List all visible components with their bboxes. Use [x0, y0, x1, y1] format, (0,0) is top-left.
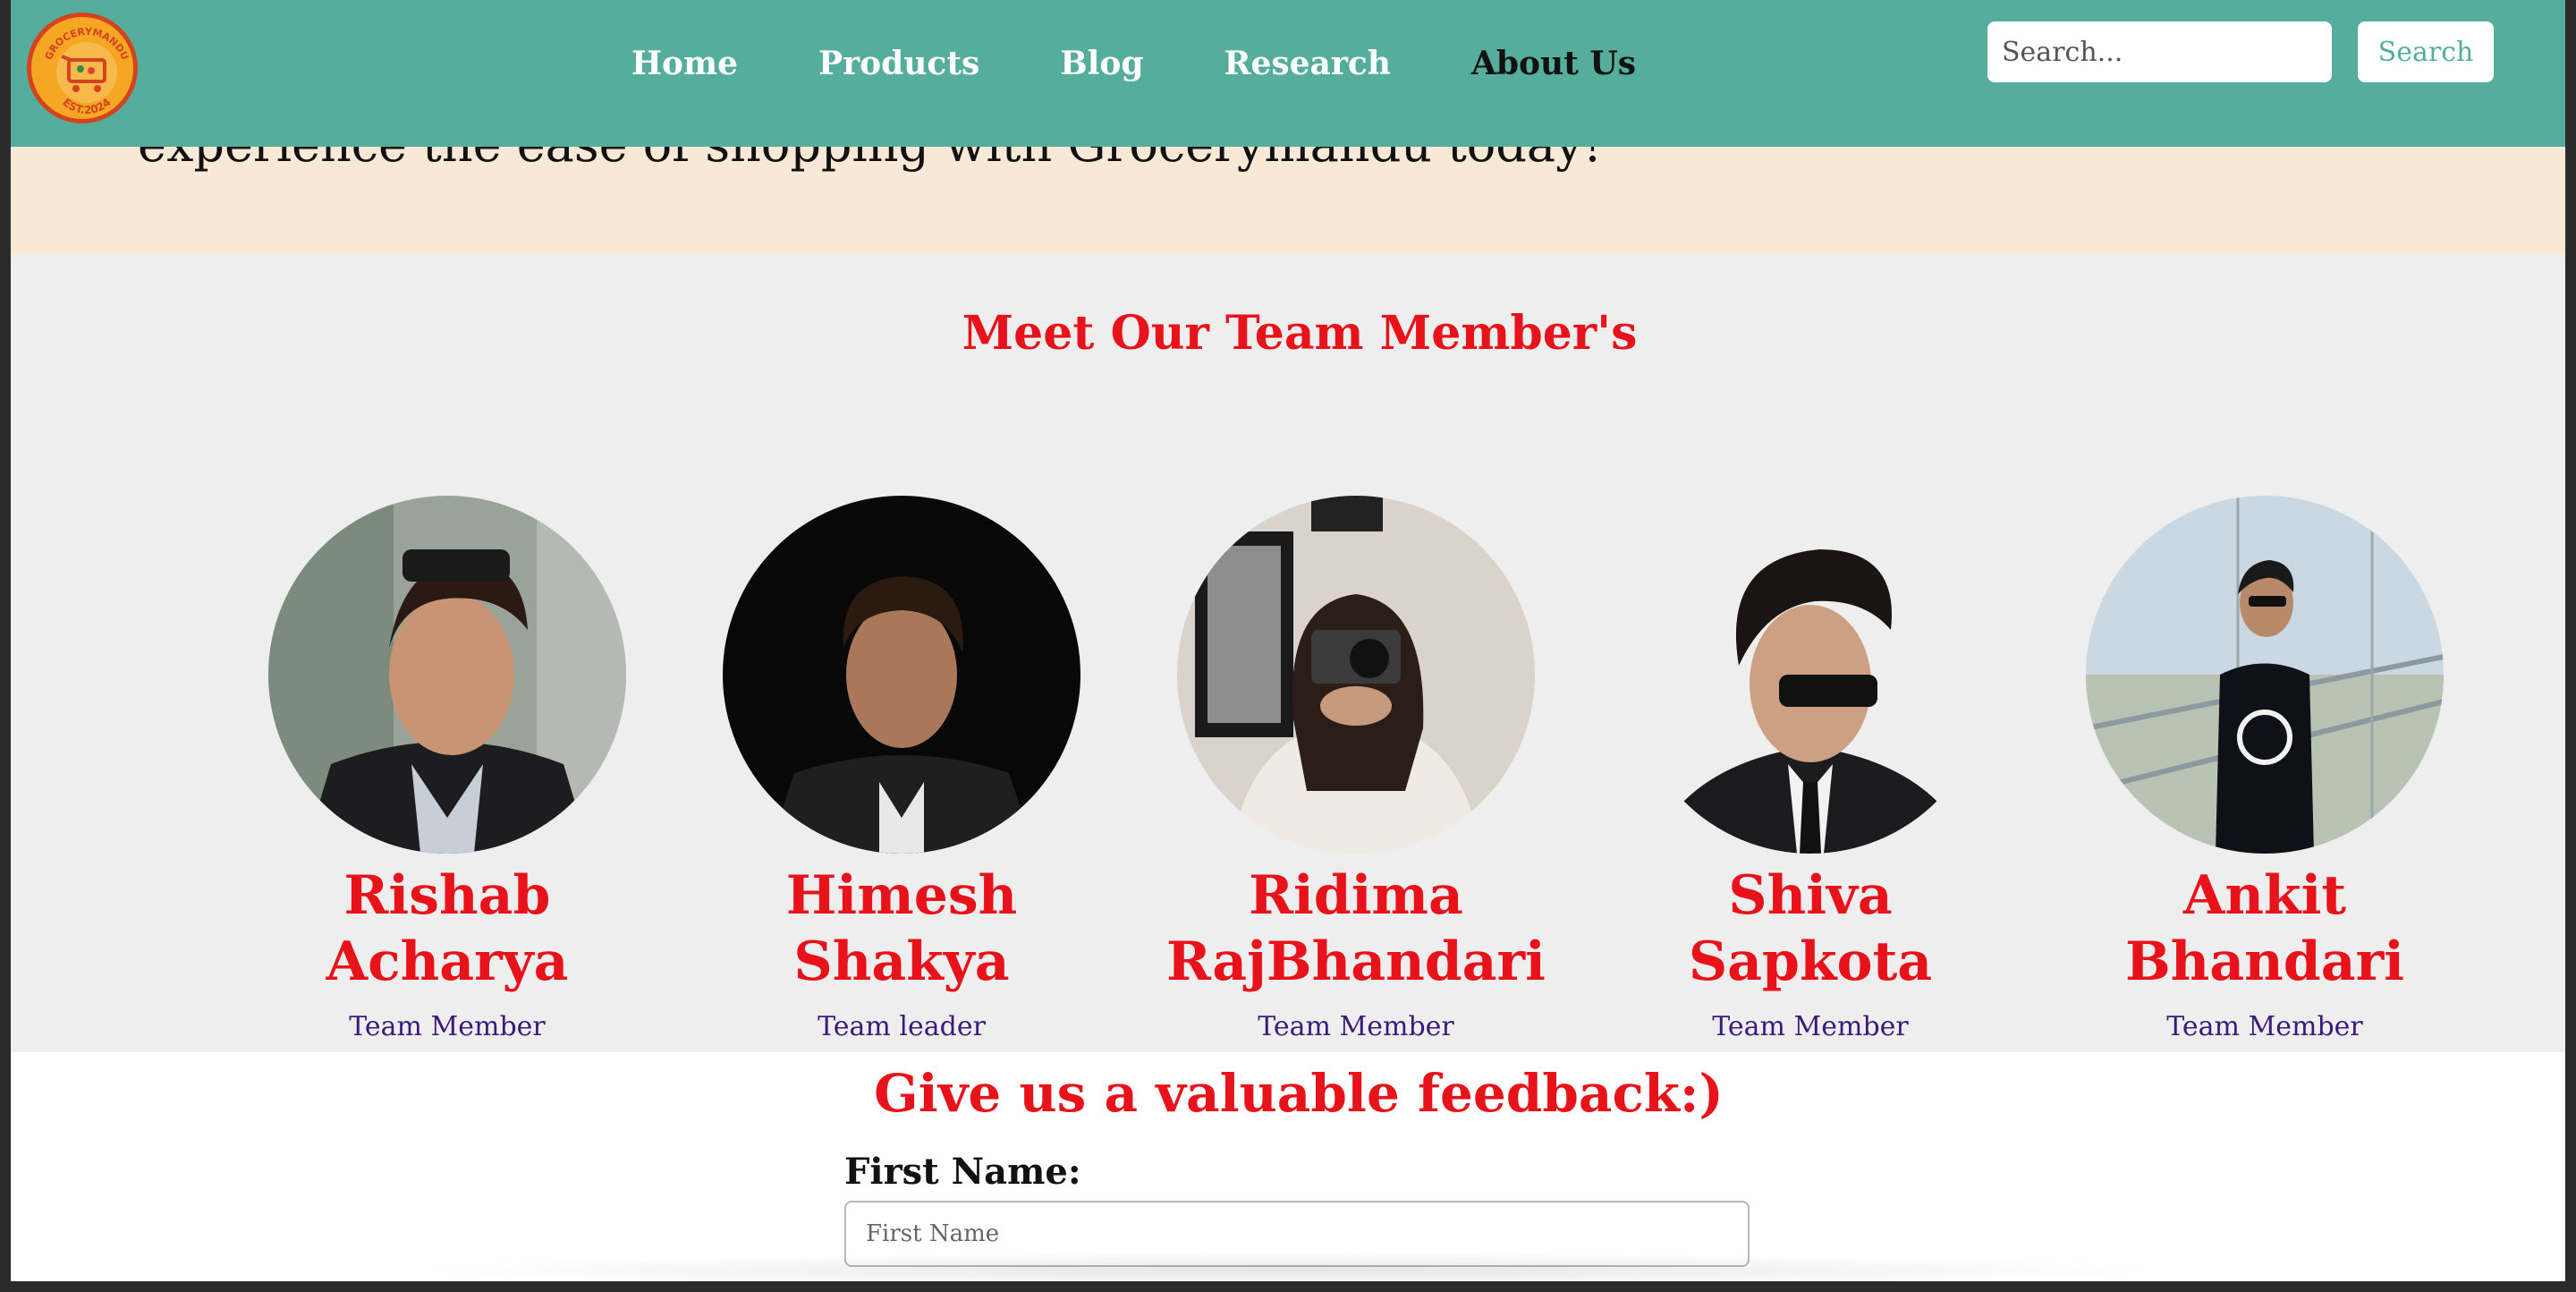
team-section: Meet Our Team Member's Rishab Acharya Te…: [11, 254, 2565, 1052]
team-member-card: Himesh Shakya Team leader: [696, 496, 1107, 1042]
first-name-label: First Name:: [844, 1151, 1081, 1193]
team-title: Meet Our Team Member's: [962, 306, 1638, 361]
member-name: Himesh Shakya: [785, 864, 1018, 993]
person-photo-icon: [268, 496, 626, 854]
team-member-card: Rishab Acharya Team Member: [242, 496, 653, 1042]
browser-frame: GROCERYMANDU EST.2024 Home Products Blog…: [0, 0, 2576, 1292]
member-photo: [1177, 496, 1535, 854]
person-photo-icon: [1631, 496, 1989, 854]
member-name: Shiva Sapkota: [1688, 864, 1933, 993]
member-role: Team leader: [818, 1011, 986, 1042]
member-photo: [268, 496, 626, 854]
cart-logo-icon: GROCERYMANDU EST.2024: [33, 19, 133, 119]
nav-links: Home Products Blog Research About Us: [631, 45, 1716, 82]
nav-research[interactable]: Research: [1224, 45, 1391, 82]
brand-logo[interactable]: GROCERYMANDU EST.2024: [27, 13, 138, 123]
member-name: Ridima RajBhandari: [1166, 864, 1546, 993]
nav-blog[interactable]: Blog: [1060, 45, 1143, 82]
member-role: Team Member: [1258, 1011, 1454, 1042]
form-shadow: [404, 1253, 2175, 1281]
member-name: Rishab Acharya: [326, 864, 569, 993]
person-photo-icon: [2086, 496, 2444, 854]
member-photo: [2086, 496, 2444, 854]
member-photo: [723, 496, 1080, 854]
feedback-title: Give us a valuable feedback:): [874, 1063, 1724, 1124]
member-role: Team Member: [349, 1011, 546, 1042]
nav-about-us[interactable]: About Us: [1471, 45, 1636, 82]
team-member-card: Ankit Bhandari Team Member: [2059, 496, 2470, 1042]
member-photo: [1631, 496, 1989, 854]
member-name: Ankit Bhandari: [2124, 864, 2405, 993]
nav-products[interactable]: Products: [818, 45, 979, 82]
team-member-card: Shiva Sapkota Team Member: [1605, 496, 2016, 1042]
search-button[interactable]: Search: [2358, 21, 2494, 82]
member-role: Team Member: [2166, 1011, 2363, 1042]
nav-home[interactable]: Home: [631, 45, 738, 82]
page: GROCERYMANDU EST.2024 Home Products Blog…: [11, 0, 2565, 1281]
member-role: Team Member: [1712, 1011, 1909, 1042]
search-input[interactable]: [1987, 21, 2332, 82]
navbar: GROCERYMANDU EST.2024 Home Products Blog…: [11, 0, 2565, 147]
person-photo-icon: [1177, 496, 1535, 854]
person-photo-icon: [723, 496, 1080, 854]
team-member-card: Ridima RajBhandari Team Member: [1150, 496, 1562, 1042]
